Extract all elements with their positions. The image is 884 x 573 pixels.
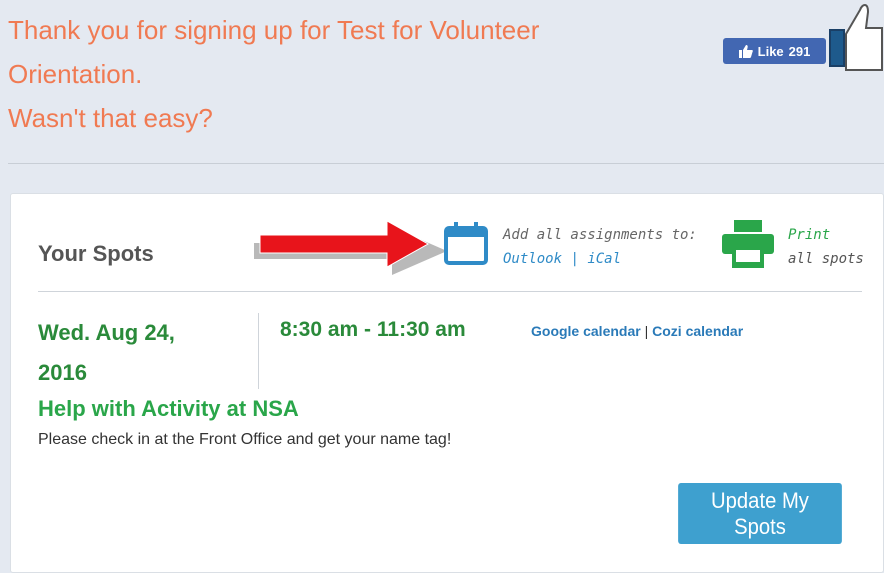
outlook-link[interactable]: Outlook [503, 251, 562, 267]
add-assignments-label: Add all assignments to: [503, 227, 697, 243]
update-my-spots-button[interactable]: Update My Spots [678, 483, 842, 544]
header: Thank you for signing up for Test for Vo… [0, 0, 884, 163]
add-assignments-block: Add all assignments to: Outlook | iCal [503, 223, 697, 271]
link-separator: | [570, 251, 579, 267]
printer-icon[interactable] [720, 220, 776, 270]
calendar-icon[interactable] [443, 220, 489, 266]
card-divider [38, 291, 862, 292]
print-link[interactable]: Print [788, 223, 864, 247]
calendar-links: Google calendar | Cozi calendar [531, 323, 743, 339]
date-line-2: 2016 [38, 360, 87, 385]
thank-you-message: Thank you for signing up for Test for Vo… [8, 8, 708, 140]
like-count: 291 [788, 43, 811, 59]
calendar-link-separator: | [644, 323, 649, 339]
ical-link[interactable]: iCal [587, 251, 621, 267]
activity-title: Help with Activity at NSA [38, 396, 299, 421]
facebook-like-button[interactable]: Like 291 [723, 38, 826, 64]
assignment-time: 8:30 am - 11:30 am [280, 318, 466, 341]
print-sub-label: all spots [788, 251, 864, 267]
google-calendar-link[interactable]: Google calendar [531, 323, 641, 339]
like-label: Like [757, 43, 784, 59]
print-block: Print all spots [788, 223, 864, 271]
thank-you-line-1: Thank you for signing up for Test for Vo… [8, 15, 540, 45]
red-arrow-icon [254, 220, 447, 275]
cozi-calendar-link[interactable]: Cozi calendar [652, 323, 743, 339]
assignment-date: Wed. Aug 24, 2016 [38, 313, 248, 393]
thank-you-line-2: Orientation. [8, 59, 143, 89]
your-spots-heading: Your Spots [38, 241, 154, 266]
header-divider [8, 163, 884, 164]
thank-you-line-3: Wasn't that easy? [8, 103, 213, 133]
activity-instruction: Please check in at the Front Office and … [38, 431, 452, 448]
thumbs-up-icon [829, 4, 883, 71]
date-line-1: Wed. Aug 24, [38, 320, 175, 345]
date-divider [258, 313, 259, 389]
thumbs-up-icon [738, 44, 753, 58]
